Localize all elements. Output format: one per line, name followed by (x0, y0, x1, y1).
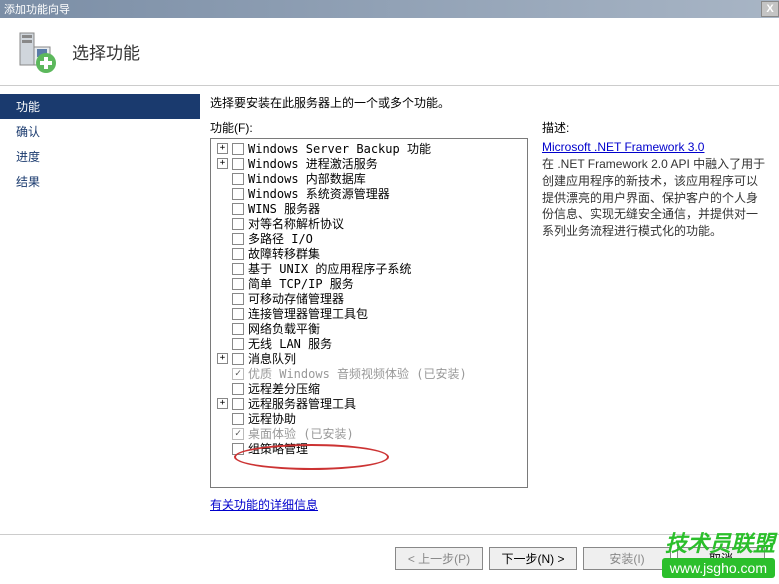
feature-item[interactable]: 远程差分压缩 (211, 381, 527, 396)
more-info-link[interactable]: 有关功能的详细信息 (210, 496, 318, 513)
features-tree[interactable]: +Windows Server Backup 功能+Windows 进程激活服务… (210, 138, 528, 488)
sidebar: 功能确认进度结果 (0, 86, 200, 534)
feature-item[interactable]: 基于 UNIX 的应用程序子系统 (211, 261, 527, 276)
expand-icon[interactable]: + (217, 158, 228, 169)
sidebar-item-1[interactable]: 确认 (0, 119, 200, 144)
feature-checkbox[interactable] (232, 383, 244, 395)
features-label: 功能(F): (210, 119, 528, 136)
feature-checkbox[interactable] (232, 293, 244, 305)
feature-item[interactable]: 故障转移群集 (211, 246, 527, 261)
feature-item[interactable]: +Windows Server Backup 功能 (211, 141, 527, 156)
install-button[interactable]: 安装(I) (583, 547, 671, 570)
feature-checkbox[interactable] (232, 323, 244, 335)
feature-item[interactable]: Windows 内部数据库 (211, 171, 527, 186)
feature-checkbox[interactable] (232, 263, 244, 275)
feature-item[interactable]: 网络负载平衡 (211, 321, 527, 336)
feature-item[interactable]: 组策略管理 (211, 441, 527, 456)
feature-checkbox[interactable] (232, 278, 244, 290)
feature-item[interactable]: 对等名称解析协议 (211, 216, 527, 231)
feature-checkbox[interactable] (232, 413, 244, 425)
feature-checkbox[interactable] (232, 158, 244, 170)
footer: < 上一步(P) 下一步(N) > 安装(I) 取消 (0, 534, 779, 582)
feature-item: 桌面体验 (已安装) (211, 426, 527, 441)
cancel-button[interactable]: 取消 (677, 547, 765, 570)
page-title: 选择功能 (72, 39, 140, 64)
feature-checkbox[interactable] (232, 218, 244, 230)
feature-item[interactable]: Windows 系统资源管理器 (211, 186, 527, 201)
feature-checkbox[interactable] (232, 188, 244, 200)
sidebar-item-3[interactable]: 结果 (0, 169, 200, 194)
feature-checkbox[interactable] (232, 338, 244, 350)
next-button[interactable]: 下一步(N) > (489, 547, 577, 570)
description-body: 在 .NET Framework 2.0 API 中融入了用于创建应用程序的新技… (542, 156, 769, 240)
feature-checkbox[interactable] (232, 203, 244, 215)
wizard-icon (10, 27, 60, 77)
prev-button[interactable]: < 上一步(P) (395, 547, 483, 570)
feature-checkbox[interactable] (232, 443, 244, 455)
feature-item[interactable]: WINS 服务器 (211, 201, 527, 216)
feature-item[interactable]: 远程协助 (211, 411, 527, 426)
feature-item[interactable]: 简单 TCP/IP 服务 (211, 276, 527, 291)
feature-item[interactable]: 多路径 I/O (211, 231, 527, 246)
description-link[interactable]: Microsoft .NET Framework 3.0 (542, 140, 704, 154)
feature-checkbox[interactable] (232, 173, 244, 185)
description-label: 描述: (542, 119, 769, 136)
feature-checkbox (232, 368, 244, 380)
feature-item: 优质 Windows 音频视频体验 (已安装) (211, 366, 527, 381)
feature-label: 组策略管理 (248, 440, 308, 457)
main-panel: 选择要安装在此服务器上的一个或多个功能。 功能(F): +Windows Ser… (200, 86, 779, 534)
expand-icon[interactable]: + (217, 143, 228, 154)
feature-item[interactable]: 连接管理器管理工具包 (211, 306, 527, 321)
expand-icon[interactable]: + (217, 353, 228, 364)
feature-item[interactable]: 可移动存储管理器 (211, 291, 527, 306)
expand-icon[interactable]: + (217, 398, 228, 409)
sidebar-item-2[interactable]: 进度 (0, 144, 200, 169)
feature-checkbox[interactable] (232, 143, 244, 155)
feature-checkbox (232, 428, 244, 440)
sidebar-item-0[interactable]: 功能 (0, 94, 200, 119)
feature-item[interactable]: 无线 LAN 服务 (211, 336, 527, 351)
header: 选择功能 (0, 18, 779, 86)
feature-item[interactable]: +Windows 进程激活服务 (211, 156, 527, 171)
feature-checkbox[interactable] (232, 308, 244, 320)
description-panel: 描述: Microsoft .NET Framework 3.0 在 .NET … (542, 119, 769, 526)
feature-checkbox[interactable] (232, 233, 244, 245)
close-button[interactable]: X (761, 1, 779, 17)
feature-item[interactable]: +远程服务器管理工具 (211, 396, 527, 411)
titlebar: 添加功能向导 X (0, 0, 779, 18)
window-title: 添加功能向导 (4, 1, 70, 17)
instruction-text: 选择要安装在此服务器上的一个或多个功能。 (210, 94, 769, 111)
feature-checkbox[interactable] (232, 398, 244, 410)
body: 功能确认进度结果 选择要安装在此服务器上的一个或多个功能。 功能(F): +Wi… (0, 86, 779, 534)
feature-item[interactable]: +消息队列 (211, 351, 527, 366)
feature-checkbox[interactable] (232, 248, 244, 260)
feature-checkbox[interactable] (232, 353, 244, 365)
